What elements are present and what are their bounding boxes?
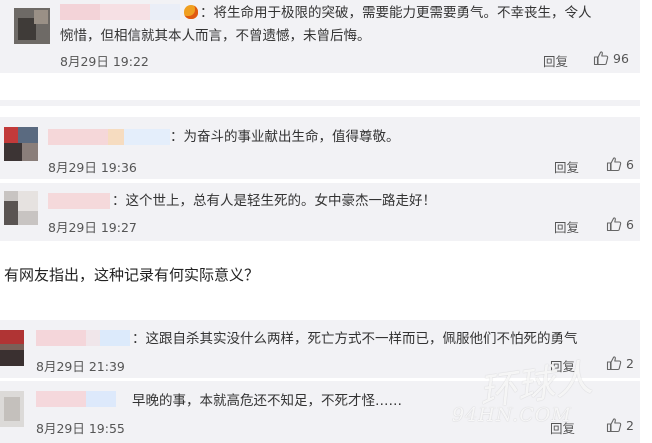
avatar[interactable] xyxy=(0,391,24,427)
comment-text: ：将生命用于极限的突破，需要能力更需要勇气。不幸丧生，令人 xyxy=(200,5,592,21)
like-count: 2 xyxy=(626,417,634,433)
thumbs-up-icon xyxy=(606,418,622,433)
username-blurred[interactable] xyxy=(48,129,170,145)
thumbs-up-icon xyxy=(606,217,622,232)
cropped-card-edge xyxy=(0,100,640,106)
like-button[interactable]: 6 xyxy=(606,216,634,232)
username-blurred[interactable] xyxy=(36,391,116,407)
avatar[interactable] xyxy=(4,127,38,161)
comment-text: ：为奋斗的事业献出生命，值得尊敬。 xyxy=(170,129,400,145)
like-count: 96 xyxy=(613,50,629,66)
avatar[interactable] xyxy=(0,330,24,366)
like-count: 6 xyxy=(626,156,634,172)
comment-card-1: ：将生命用于极限的突破，需要能力更需要勇气。不幸丧生，令人 惋惜，但相信就其本人… xyxy=(0,0,640,73)
like-button[interactable]: 6 xyxy=(606,156,634,172)
thumbs-up-icon xyxy=(606,356,622,371)
comment-card-4: ：这跟自杀其实没什么两样，死亡方式不一样而已，佩服他们不怕死的勇气 8月29日 … xyxy=(0,320,640,378)
avatar[interactable] xyxy=(4,191,38,225)
username-blurred[interactable] xyxy=(60,4,180,20)
like-button[interactable]: 2 xyxy=(606,417,634,433)
comment-text-continued: 惋惜，但相信就其本人而言，不曾遗憾，未曾后悔。 xyxy=(60,28,371,44)
reply-button[interactable]: 回复 xyxy=(543,51,568,70)
comment-text: ：这跟自杀其实没什么两样，死亡方式不一样而已，佩服他们不怕死的勇气 xyxy=(132,331,578,347)
like-count: 6 xyxy=(626,216,634,232)
fire-emoji-icon xyxy=(184,5,198,19)
section-heading: 有网友指出，这种记录有何实际意义？ xyxy=(4,266,260,284)
reply-button[interactable]: 回复 xyxy=(554,157,579,176)
comment-time: 8月29日 19:55 xyxy=(36,421,125,436)
comment-text: 早晚的事，本就高危还不知足，不死才怪…… xyxy=(132,393,402,409)
reply-button[interactable]: 回复 xyxy=(554,217,579,236)
comment-card-2: ：为奋斗的事业献出生命，值得尊敬。 8月29日 19:36 回复 6 xyxy=(0,117,640,179)
comment-text: ：这个世上，总有人是轻生死的。女中豪杰一路走好！ xyxy=(112,193,436,209)
avatar[interactable] xyxy=(14,8,50,44)
comment-time: 8月29日 19:22 xyxy=(60,54,149,69)
comment-card-5: 早晚的事，本就高危还不知足，不死才怪…… 8月29日 19:55 回复 2 xyxy=(0,381,640,443)
username-blurred[interactable] xyxy=(36,330,130,346)
like-button[interactable]: 96 xyxy=(593,50,629,66)
comment-time: 8月29日 19:36 xyxy=(48,160,137,175)
comment-card-3: ：这个世上，总有人是轻生死的。女中豪杰一路走好！ 8月29日 19:27 回复 … xyxy=(0,183,640,241)
like-count: 2 xyxy=(626,355,634,371)
reply-button[interactable]: 回复 xyxy=(550,418,575,437)
like-button[interactable]: 2 xyxy=(606,355,634,371)
thumbs-up-icon xyxy=(606,157,622,172)
comment-time: 8月29日 21:39 xyxy=(36,359,125,374)
reply-button[interactable]: 回复 xyxy=(550,356,575,375)
comment-time: 8月29日 19:27 xyxy=(48,220,137,235)
thumbs-up-icon xyxy=(593,51,609,66)
username-blurred[interactable] xyxy=(48,193,110,209)
